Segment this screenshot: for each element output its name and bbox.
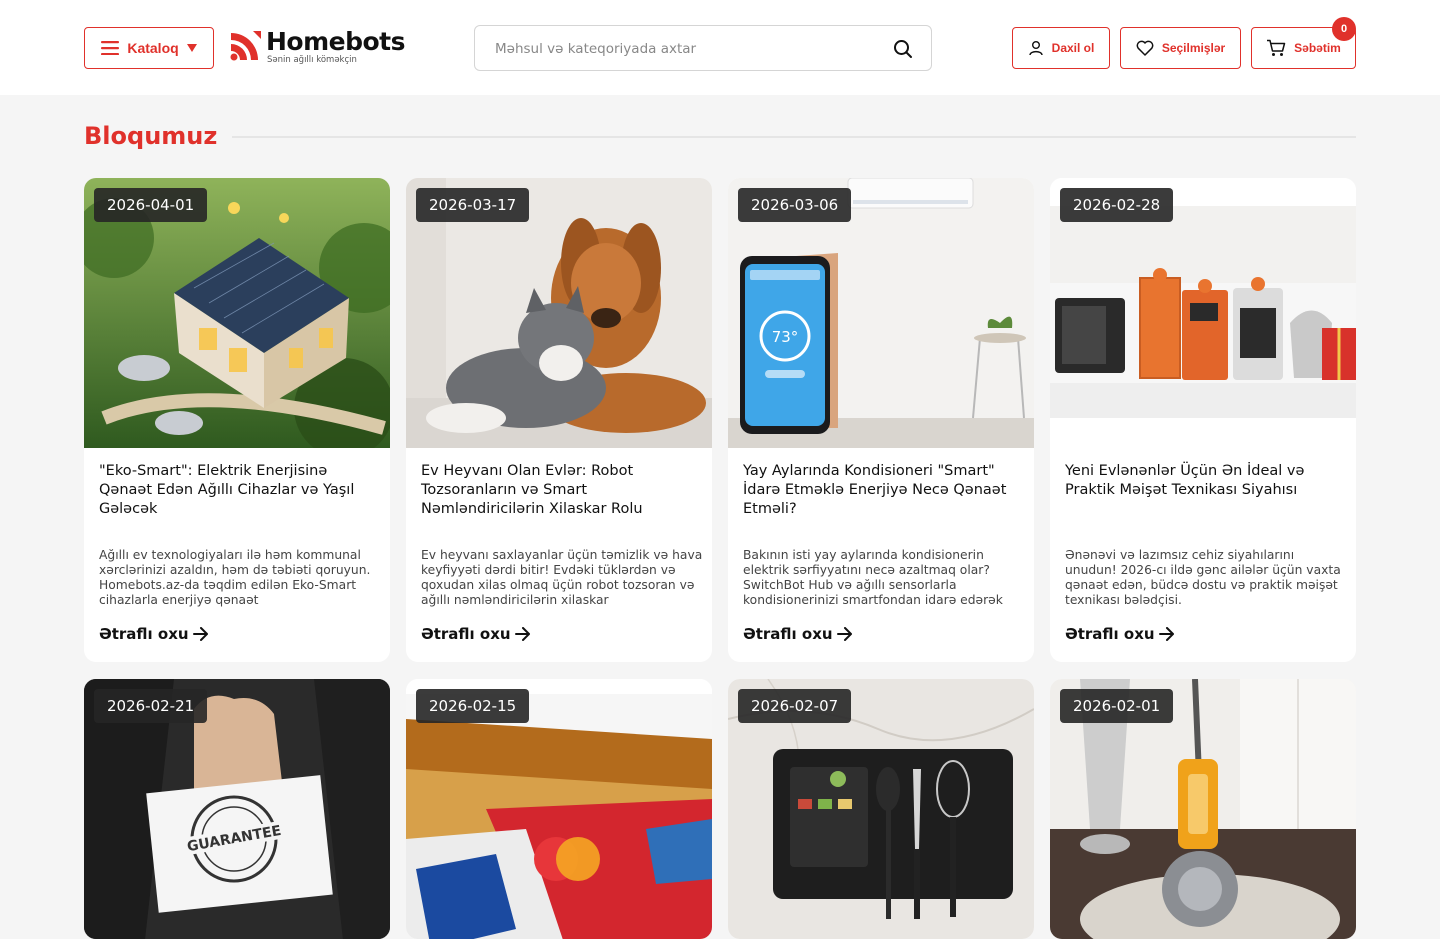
read-more-label: Ətraflı oxu <box>99 625 189 643</box>
menu-icon <box>101 41 120 55</box>
post-date-badge: 2026-03-17 <box>416 188 530 222</box>
post-date-badge: 2026-02-15 <box>416 689 530 723</box>
login-button[interactable]: Daxil ol <box>1012 27 1110 69</box>
blog-card[interactable]: 73° 2026-03-06 Yay Aylarında Kondisioner… <box>728 178 1034 662</box>
favorites-label: Seçilmişlər <box>1161 41 1226 55</box>
blog-card[interactable]: 2026-02-28 Yeni Evlənənlər Üçün Ən İdeal… <box>1050 178 1356 662</box>
read-more-link[interactable]: Ətraflı oxu <box>421 625 531 643</box>
post-image-kitchen-appliances-gifts[interactable]: 2026-02-28 <box>1050 178 1356 448</box>
favorites-button[interactable]: Seçilmişlər <box>1120 27 1241 69</box>
read-more-link[interactable]: Ətraflı oxu <box>743 625 853 643</box>
brand-logo[interactable]: Homebots Sənin ağıllı köməkçin <box>228 27 406 67</box>
read-more-link[interactable]: Ətraflı oxu <box>99 625 209 643</box>
post-excerpt: Ağıllı ev texnologiyaları ilə həm kommun… <box>99 548 371 607</box>
post-date-badge: 2026-02-21 <box>94 689 208 723</box>
read-more-label: Ətraflı oxu <box>1065 625 1155 643</box>
site-header: Kataloq Homebots Sənin ağıllı köməkçin D… <box>0 0 1440 95</box>
post-image-dog-and-cat[interactable]: 2026-03-17 <box>406 178 712 448</box>
post-excerpt: Ənənəvi və lazımsız cehiz siyahılarını u… <box>1065 548 1341 607</box>
post-image-smart-eco-house[interactable]: 2026-04-01 <box>84 178 390 448</box>
post-image-smart-kitchen-display[interactable]: 2026-02-07 <box>728 679 1034 939</box>
caret-down-icon <box>186 44 197 52</box>
arrow-right-icon <box>192 627 208 641</box>
brand-name: Homebots <box>266 27 406 56</box>
login-label: Daxil ol <box>1051 41 1095 55</box>
post-title[interactable]: Ev Heyvanı Olan Evlər: Robot Tozsoranlar… <box>421 462 701 519</box>
post-date-badge: 2026-04-01 <box>94 188 208 222</box>
cart-button[interactable]: Səbətim 0 <box>1251 17 1356 69</box>
blog-card[interactable]: GUARANTEE 2026-02-21 <box>84 679 390 939</box>
blog-card[interactable]: 2026-04-01 "Eko-Smart": Elektrik Enerjis… <box>84 178 390 662</box>
blog-card[interactable]: 2026-02-15 <box>406 679 712 939</box>
heart-icon <box>1136 40 1154 56</box>
blog-card[interactable]: 2026-02-07 <box>728 679 1034 939</box>
catalog-label: Kataloq <box>127 40 179 56</box>
arrow-right-icon <box>836 627 852 641</box>
read-more-link[interactable]: Ətraflı oxu <box>1065 625 1175 643</box>
post-image-guarantee-card[interactable]: GUARANTEE 2026-02-21 <box>84 679 390 939</box>
post-excerpt: Bakının isti yay aylarında kondisionerin… <box>743 548 1003 607</box>
section-title: Bloqumuz <box>84 122 218 150</box>
search-icon[interactable] <box>893 39 913 59</box>
post-date-badge: 2026-02-07 <box>738 689 852 723</box>
brand-tagline: Sənin ağıllı köməkçin <box>267 55 357 65</box>
arrow-right-icon <box>1158 627 1174 641</box>
catalog-button[interactable]: Kataloq <box>84 27 214 69</box>
cart-label: Səbətim <box>1294 41 1341 55</box>
user-icon <box>1028 41 1043 56</box>
cart-icon <box>1267 39 1286 56</box>
arrow-right-icon <box>514 627 530 641</box>
post-date-badge: 2026-02-28 <box>1060 188 1174 222</box>
post-excerpt: Ev heyvanı saxlayanlar üçün təmizlik və … <box>421 548 703 607</box>
search-box <box>474 25 932 71</box>
post-title[interactable]: Yeni Evlənənlər Üçün Ən İdeal və Praktik… <box>1065 462 1345 500</box>
post-title[interactable]: Yay Aylarında Kondisioneri "Smart" İdarə… <box>743 462 1023 519</box>
post-title[interactable]: "Eko-Smart": Elektrik Enerjisinə Qənaət … <box>99 462 379 519</box>
blog-card[interactable]: 2026-03-17 Ev Heyvanı Olan Evlər: Robot … <box>406 178 712 662</box>
read-more-label: Ətraflı oxu <box>421 625 511 643</box>
logo-mark-icon <box>230 31 261 61</box>
post-date-badge: 2026-02-01 <box>1060 689 1174 723</box>
post-image-credit-cards[interactable]: 2026-02-15 <box>406 679 712 939</box>
blog-card[interactable]: 2026-02-01 <box>1050 679 1356 939</box>
post-date-badge: 2026-03-06 <box>738 188 852 222</box>
read-more-label: Ətraflı oxu <box>743 625 833 643</box>
svg-text:73°: 73° <box>772 328 799 346</box>
section-divider <box>232 136 1356 138</box>
search-input[interactable] <box>495 38 875 60</box>
post-image-vacuum-cleaner[interactable]: 2026-02-01 <box>1050 679 1356 939</box>
post-image-phone-ac-control[interactable]: 73° 2026-03-06 <box>728 178 1034 448</box>
cart-count-badge: 0 <box>1332 17 1356 41</box>
